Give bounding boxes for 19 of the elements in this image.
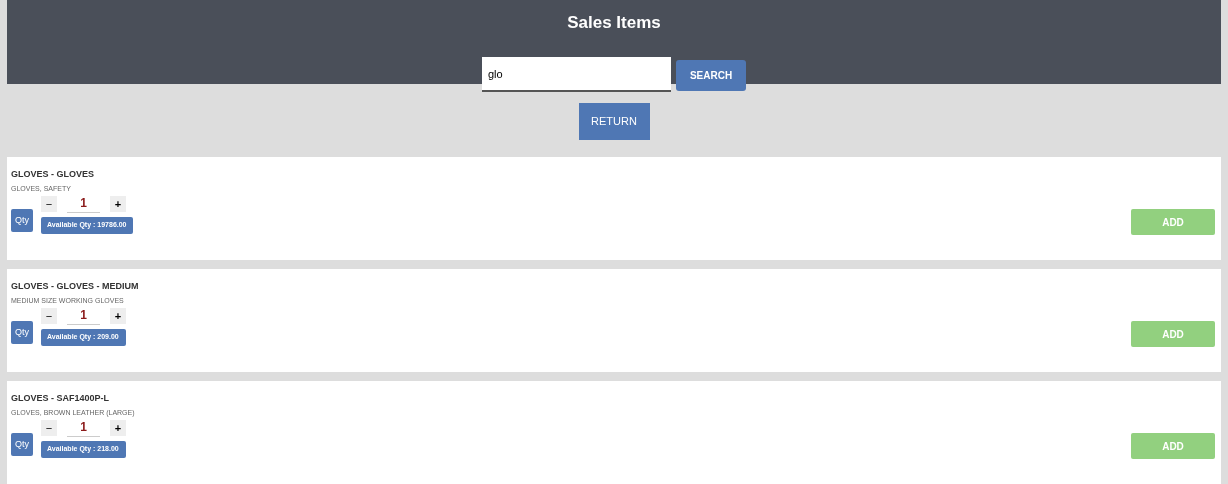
increment-button[interactable]: +	[110, 419, 126, 436]
qty-button[interactable]: Qty	[11, 209, 33, 233]
decrement-button[interactable]: −	[41, 307, 57, 324]
item-name: GLOVES - SAF1400P-L	[11, 392, 111, 405]
quantity-field[interactable]: 1	[67, 194, 100, 213]
quantity-field[interactable]: 1	[67, 418, 100, 437]
increment-button[interactable]: +	[110, 195, 126, 212]
quantity-field[interactable]: 1	[67, 306, 100, 325]
page-title: Sales Items	[567, 12, 661, 34]
decrement-button[interactable]: −	[41, 419, 57, 436]
search-button[interactable]: SEARCH	[675, 60, 747, 91]
qty-button[interactable]: Qty	[11, 321, 33, 345]
item-name: GLOVES - GLOVES - MEDIUM	[11, 280, 140, 293]
search-field[interactable]: glo	[481, 57, 671, 92]
increment-button[interactable]: +	[110, 307, 126, 324]
item-name: GLOVES - GLOVES	[11, 168, 95, 181]
return-button[interactable]: RETURN	[578, 103, 650, 140]
decrement-button[interactable]: −	[41, 195, 57, 212]
qty-button[interactable]: Qty	[11, 433, 33, 457]
